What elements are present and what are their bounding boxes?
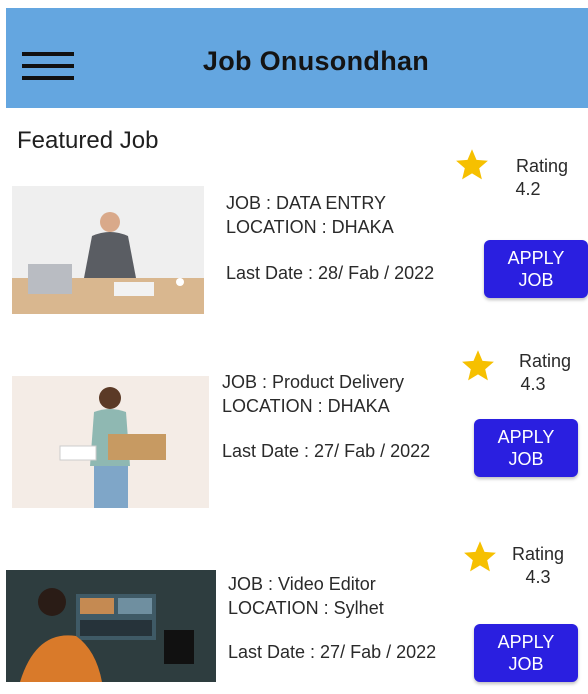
app-title: Job Onusondhan	[202, 46, 430, 76]
star-icon	[464, 541, 496, 572]
apply-label: APPLY	[497, 427, 555, 447]
job-title: JOB : Video Editor	[228, 574, 376, 594]
job-title: JOB : DATA ENTRY	[226, 193, 387, 213]
job-title: JOB : Product Delivery	[222, 372, 405, 392]
rating-label: Rating	[511, 544, 565, 564]
job-label: JOB	[508, 449, 544, 469]
job-card: JOB : DATA ENTRY LOCATION : DHAKA Last D…	[0, 145, 588, 314]
job-card: JOB : Product Delivery LOCATION : DHAKA …	[0, 342, 588, 508]
job-last-date: Last Date : 27/ Fab / 2022	[228, 642, 437, 662]
star-icon	[456, 149, 488, 180]
rating-label: Rating	[515, 156, 569, 176]
rating-value: 4.2	[515, 179, 541, 199]
apply-label: APPLY	[507, 248, 565, 268]
job-last-date: Last Date : 27/ Fab / 2022	[222, 441, 431, 461]
job-location: LOCATION : DHAKA	[222, 396, 390, 416]
apply-job-button[interactable]: APPLY JOB	[474, 624, 578, 682]
job-location: LOCATION : Sylhet	[228, 598, 384, 618]
job-image-data-entry	[12, 186, 204, 314]
app-bar: Job Onusondhan	[6, 8, 588, 108]
job-location: LOCATION : DHAKA	[226, 217, 394, 237]
job-image-video-editor	[6, 570, 216, 682]
menu-icon[interactable]	[22, 52, 74, 80]
job-label: JOB	[508, 654, 544, 674]
job-last-date: Last Date : 28/ Fab / 2022	[226, 263, 435, 283]
rating-value: 4.3	[520, 374, 546, 394]
job-label: JOB	[518, 270, 554, 290]
apply-label: APPLY	[497, 632, 555, 652]
star-icon	[462, 350, 494, 381]
apply-job-button[interactable]: APPLY JOB	[484, 240, 588, 298]
rating-label: Rating	[518, 351, 572, 371]
job-image-product-delivery	[12, 376, 209, 508]
rating-value: 4.3	[525, 567, 551, 587]
job-card: JOB : Video Editor LOCATION : Sylhet Las…	[0, 534, 588, 694]
apply-job-button[interactable]: APPLY JOB	[474, 419, 578, 477]
